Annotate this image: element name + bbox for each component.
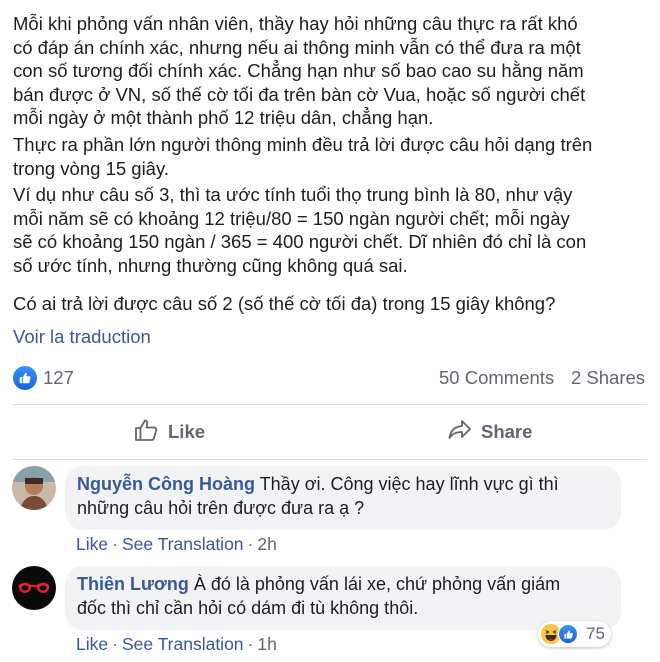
share-arrow-icon [447, 418, 473, 447]
comment-text: đốc thì chỉ cần hỏi có dám đi tù không t… [77, 597, 419, 618]
post-line: số ước tính, nhưng thường cũng không quá… [13, 254, 408, 276]
comment-like-link[interactable]: Like [76, 534, 108, 554]
comment-author-link[interactable]: Nguyễn Công Hoàng [77, 474, 255, 494]
post-line: trong vòng 15 giây. [13, 157, 169, 179]
divider [13, 459, 647, 460]
comment-reactions[interactable]: 75 [538, 621, 611, 647]
post-line: Ví dụ như câu số 3, thì ta ước tính tuổi… [13, 184, 573, 205]
post-line: Có ai trả lời được câu số 2 (số thế cờ t… [13, 293, 556, 314]
post-line: có đáp án chính xác, nhưng nếu ai thông … [13, 36, 581, 58]
post-line: sẽ có khoảng 150 ngàn / 365 = 400 người … [13, 231, 587, 252]
comment-bubble: Nguyễn Công Hoàng Thầy ơi. Công việc hay… [65, 466, 621, 530]
separator: · [247, 634, 254, 654]
like-reaction-icon [558, 624, 578, 644]
shares-count-link[interactable]: 2 Shares [571, 367, 645, 389]
comment-meta: Like · See Translation · 1h [76, 634, 277, 655]
post-paragraph: Ví dụ như câu số 3, thì ta ước tính tuổi… [13, 183, 586, 277]
comment-text: những câu hỏi trên được đưa ra ạ ? [77, 497, 365, 518]
avatar[interactable] [12, 466, 56, 510]
comment-see-translation-link[interactable]: See Translation [122, 634, 244, 654]
thumbs-up-icon [134, 418, 160, 447]
comment-see-translation-link[interactable]: See Translation [122, 534, 244, 554]
avatar[interactable] [12, 566, 56, 610]
post-paragraph: Có ai trả lời được câu số 2 (số thế cờ t… [13, 292, 555, 316]
post-paragraph: Mỗi khi phỏng vấn nhân viên, thầy hay hỏ… [13, 12, 585, 130]
post-line: mỗi năm sẽ có khoảng 12 triệu/80 = 150 n… [13, 207, 570, 229]
post-line: bán được ở VN, số thế cờ tối đa trên bàn… [13, 83, 586, 105]
comment-timestamp[interactable]: 2h [257, 534, 276, 554]
post-line: mỗi ngày ở một thành phố 12 triệu dân, c… [13, 107, 434, 128]
comment-reaction-count: 75 [586, 624, 605, 643]
comment-text: À đó là phỏng vấn lái xe, chứ phỏng vấn … [188, 574, 561, 594]
divider [13, 404, 647, 405]
comment-timestamp[interactable]: 1h [257, 634, 276, 654]
separator: · [112, 634, 118, 654]
post-line: Mỗi khi phỏng vấn nhân viên, thầy hay hỏ… [13, 13, 578, 34]
share-button[interactable]: Share [447, 412, 532, 452]
like-label: Like [168, 421, 206, 442]
separator: · [247, 534, 254, 554]
comments-count-link[interactable]: 50 Comments [439, 367, 554, 389]
reactions-summary: 127 50 Comments 2 Shares [13, 364, 647, 394]
comment-text: Thầy ơi. Công việc hay lĩnh vực gì thì [255, 474, 559, 494]
post-line: Thực ra phần lớn người thông minh đều tr… [13, 134, 593, 155]
see-translation-link[interactable]: Voir la traduction [13, 326, 151, 348]
like-button[interactable]: Like [134, 412, 205, 452]
comment-meta: Like · See Translation · 2h [76, 534, 277, 555]
share-label: Share [481, 421, 533, 442]
like-reaction-icon[interactable] [13, 366, 37, 390]
post-paragraph: Thực ra phần lớn người thông minh đều tr… [13, 133, 592, 180]
comment-bubble: Thiên Lương À đó là phỏng vấn lái xe, ch… [65, 566, 621, 630]
post-line: con số tương đối chính xác. Chẳng hạn nh… [13, 60, 584, 81]
comment-like-link[interactable]: Like [76, 634, 108, 654]
separator: · [112, 534, 118, 554]
reaction-count[interactable]: 127 [43, 367, 74, 389]
comment-author-link[interactable]: Thiên Lương [77, 574, 189, 594]
